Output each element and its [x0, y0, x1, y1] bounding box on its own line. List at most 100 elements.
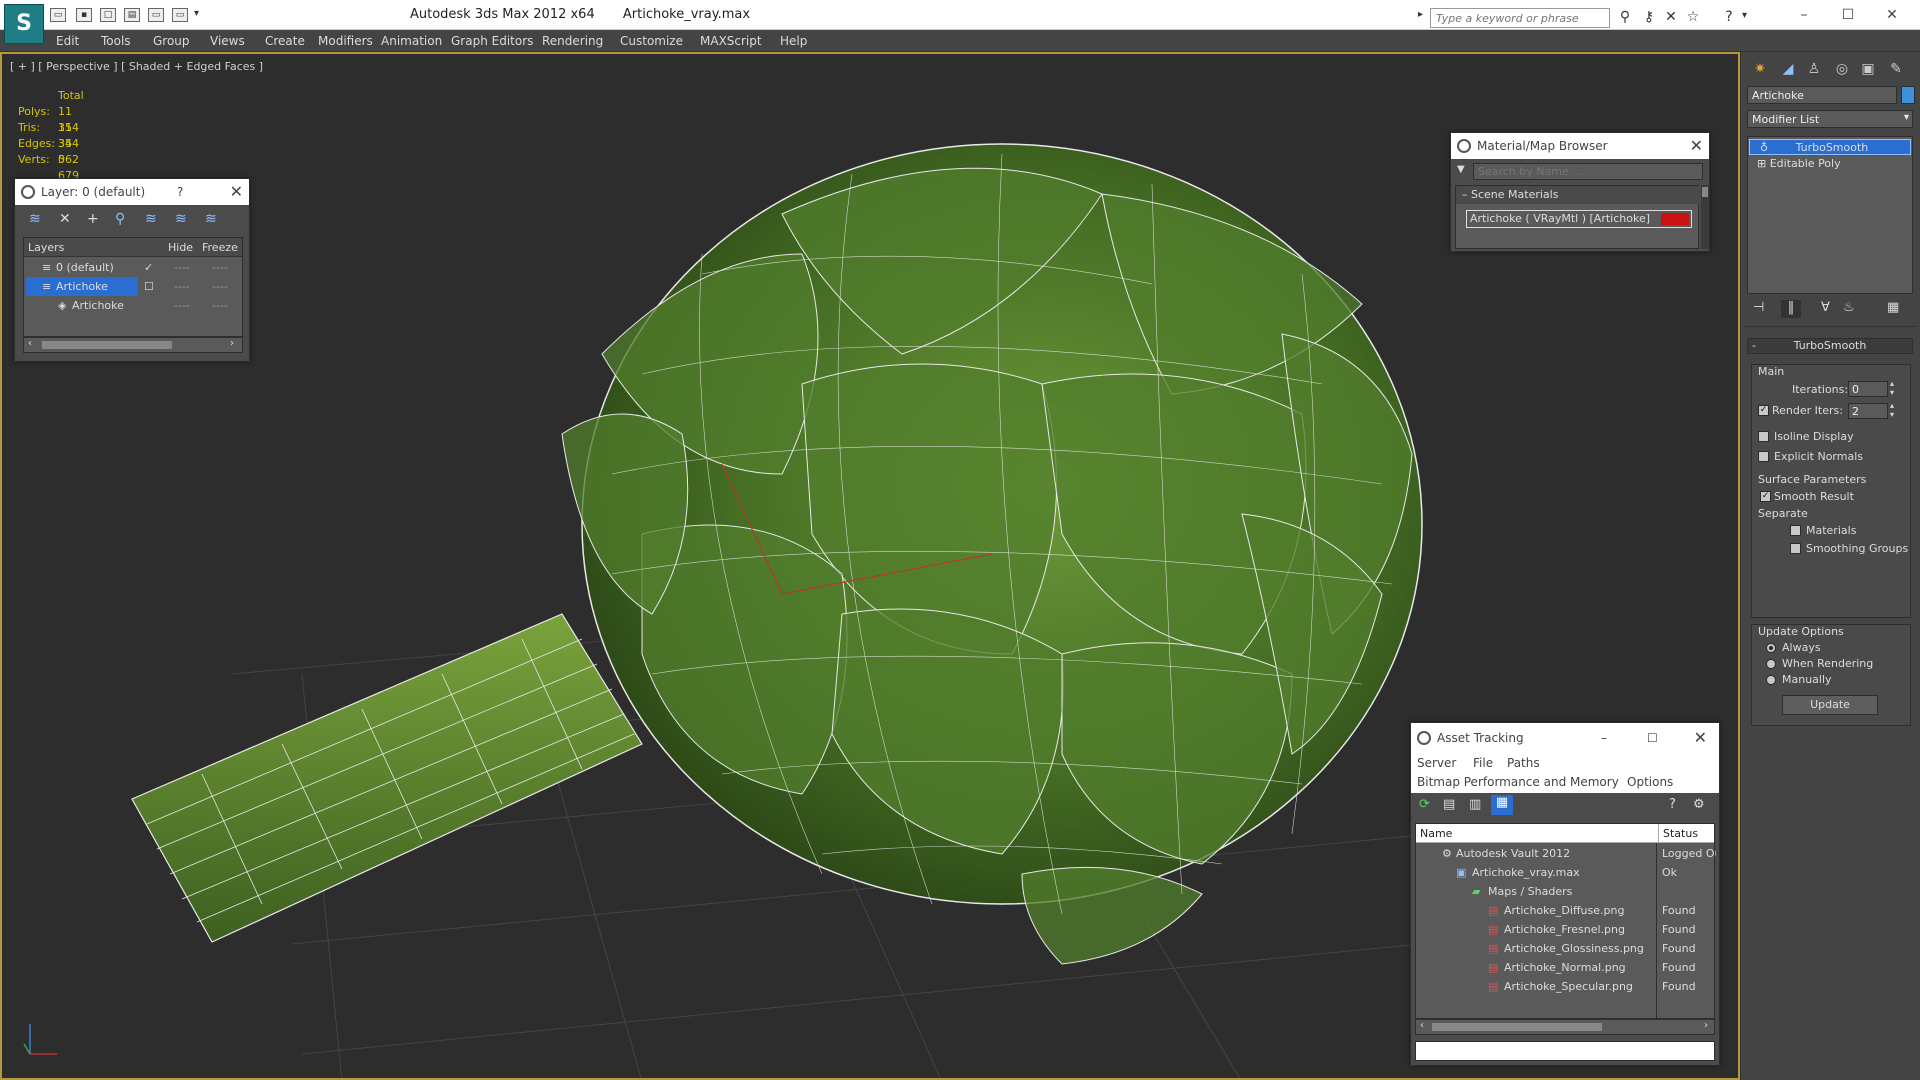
minimize-icon[interactable]: – [1601, 723, 1607, 753]
horizontal-scrollbar[interactable]: ‹ › [23, 337, 243, 353]
close-icon[interactable]: ✕ [230, 179, 243, 205]
spinner-arrows-icon[interactable]: ▴ ▾ [1890, 401, 1894, 419]
active-layer-check-icon[interactable]: ✓ [144, 258, 153, 277]
menu-views[interactable]: Views [210, 34, 245, 48]
modifier-list-dropdown[interactable]: Modifier List ▾ [1747, 110, 1913, 128]
add-to-layer-icon[interactable]: + [87, 211, 99, 227]
select-objects-icon[interactable]: ⚲ [115, 211, 125, 227]
hide-toggle[interactable]: ---- [174, 258, 190, 277]
object-name-field[interactable]: Artichoke [1747, 86, 1897, 104]
smooth-result-checkbox[interactable]: ✓ [1760, 491, 1771, 502]
asset-row[interactable]: ▤ Artichoke_Specular.png Found [1416, 977, 1714, 996]
menu-edit[interactable]: Edit [56, 34, 79, 48]
create-tab-icon[interactable]: ✷ [1749, 58, 1771, 80]
turbosmooth-rollout-header[interactable]: - TurboSmooth [1747, 338, 1913, 354]
material-search-input[interactable] [1473, 163, 1703, 180]
remove-modifier-icon[interactable]: ♨ [1843, 300, 1855, 315]
isoline-display-checkbox[interactable] [1758, 431, 1769, 442]
scroll-left-icon[interactable]: ‹ [1420, 1020, 1424, 1031]
radio-always[interactable] [1766, 643, 1776, 653]
scene-materials-group[interactable]: – Scene Materials [1456, 186, 1700, 204]
menu-tools[interactable]: Tools [101, 34, 131, 48]
asset-row[interactable]: ▤ Artichoke_Fresnel.png Found [1416, 920, 1714, 939]
scroll-thumb[interactable] [1702, 187, 1708, 197]
detail-view-icon[interactable]: ▥ [1469, 797, 1481, 812]
freeze-toggle[interactable]: ---- [212, 258, 228, 277]
favorites-star-icon[interactable]: ☆ [1684, 8, 1702, 26]
menu-paths[interactable]: Paths [1507, 756, 1540, 770]
help-icon[interactable]: ? [177, 179, 183, 205]
materials-checkbox[interactable] [1790, 525, 1801, 536]
object-color-swatch[interactable] [1901, 86, 1915, 104]
set-current-box-icon[interactable]: ☐ [144, 277, 154, 296]
material-browser-titlebar[interactable]: Material/Map Browser ✕ [1451, 133, 1709, 159]
column-status[interactable]: Status [1658, 824, 1716, 843]
menu-maxscript[interactable]: MAXScript [700, 34, 762, 48]
layer-row[interactable]: ≡ 0 (default) ✓ ---- ---- [24, 258, 242, 277]
scroll-thumb[interactable] [42, 341, 172, 349]
table-view-icon[interactable]: ▦ [1491, 795, 1513, 815]
hide-toggle[interactable]: ---- [174, 296, 190, 315]
scroll-right-icon[interactable]: › [1704, 1020, 1708, 1031]
menu-bitmap-performance[interactable]: Bitmap Performance and Memory [1417, 775, 1619, 789]
light-bulb-icon[interactable]: ♁ [1760, 141, 1772, 154]
menu-server[interactable]: Server [1417, 756, 1456, 770]
menu-group[interactable]: Group [153, 34, 190, 48]
motion-tab-icon[interactable]: ◎ [1831, 58, 1853, 80]
radio-when-rendering[interactable] [1766, 659, 1776, 669]
iterations-spinner[interactable]: 0 [1848, 381, 1888, 397]
close-icon[interactable]: ✕ [1872, 4, 1912, 26]
menu-modifiers[interactable]: Modifiers [318, 34, 373, 48]
material-item[interactable]: Artichoke ( VRayMtl ) [Artichoke] [1466, 210, 1692, 228]
freeze-toggle[interactable]: ---- [212, 277, 228, 296]
viewport-label[interactable]: [ + ] [ Perspective ] [ Shaded + Edged F… [10, 60, 263, 73]
render-iters-spinner[interactable]: 2 [1848, 403, 1888, 419]
communication-center-icon[interactable]: ✕ [1662, 8, 1680, 26]
asset-row[interactable]: ▤ Artichoke_Glossiness.png Found [1416, 939, 1714, 958]
minimize-icon[interactable]: – [1784, 4, 1824, 26]
show-end-result-icon[interactable]: ‖ [1781, 300, 1801, 318]
help-icon[interactable]: ? [1720, 8, 1738, 26]
menu-graph-editors[interactable]: Graph Editors [451, 34, 533, 48]
column-layers[interactable]: Layers [28, 238, 64, 257]
application-logo[interactable]: S [4, 4, 44, 44]
asset-row[interactable]: ▣ Artichoke_vray.max Ok [1416, 863, 1714, 882]
menu-animation[interactable]: Animation [381, 34, 442, 48]
freeze-all-icon[interactable]: ≋ [205, 211, 217, 227]
menu-file[interactable]: File [1473, 756, 1493, 770]
key-icon[interactable]: ⚷ [1640, 8, 1658, 26]
close-icon[interactable]: ✕ [1694, 723, 1707, 753]
create-layer-icon[interactable]: ≋ [29, 211, 41, 227]
smoothing-groups-checkbox[interactable] [1790, 543, 1801, 554]
scroll-left-icon[interactable]: ‹ [28, 338, 32, 349]
refresh-icon[interactable]: ⟳ [1419, 797, 1430, 812]
update-button[interactable]: Update [1782, 695, 1878, 715]
hide-toggle[interactable]: ---- [174, 277, 190, 296]
explicit-normals-checkbox[interactable] [1758, 451, 1769, 462]
vault-settings-icon[interactable]: ⚙ [1693, 797, 1705, 812]
browser-options-icon[interactable]: ▼ [1457, 164, 1465, 175]
menu-rendering[interactable]: Rendering [542, 34, 603, 48]
delete-layer-icon[interactable]: ✕ [59, 211, 71, 227]
binoculars-icon[interactable]: ⚲ [1616, 8, 1634, 26]
menu-help[interactable]: Help [780, 34, 807, 48]
modify-tab-icon[interactable]: ◢ [1777, 58, 1799, 80]
asset-row[interactable]: ▰ Maps / Shaders [1416, 882, 1714, 901]
hide-all-icon[interactable]: ≋ [175, 211, 187, 227]
layer-row-selected[interactable]: ≡ Artichoke ☐ ---- ---- [24, 277, 242, 296]
scroll-right-icon[interactable]: › [230, 338, 234, 349]
freeze-toggle[interactable]: ---- [212, 296, 228, 315]
asset-row[interactable]: ▤ Artichoke_Diffuse.png Found [1416, 901, 1714, 920]
asset-horizontal-scrollbar[interactable]: ‹ › [1415, 1019, 1715, 1035]
asset-row[interactable]: ▤ Artichoke_Normal.png Found [1416, 958, 1714, 977]
list-view-icon[interactable]: ▤ [1443, 797, 1455, 812]
asset-tracking-titlebar[interactable]: Asset Tracking – ☐ ✕ [1411, 723, 1719, 753]
help-dropdown-icon[interactable]: ▾ [1742, 10, 1747, 21]
material-scrollbar[interactable] [1701, 185, 1709, 249]
pin-stack-icon[interactable]: ⊣ [1753, 300, 1764, 315]
hierarchy-tab-icon[interactable]: ♙ [1803, 58, 1825, 80]
maximize-icon[interactable]: ☐ [1647, 723, 1658, 753]
render-iters-checkbox[interactable]: ✓ [1758, 405, 1769, 416]
column-name[interactable]: Name [1420, 824, 1452, 843]
highlight-layer-icon[interactable]: ≋ [145, 211, 157, 227]
